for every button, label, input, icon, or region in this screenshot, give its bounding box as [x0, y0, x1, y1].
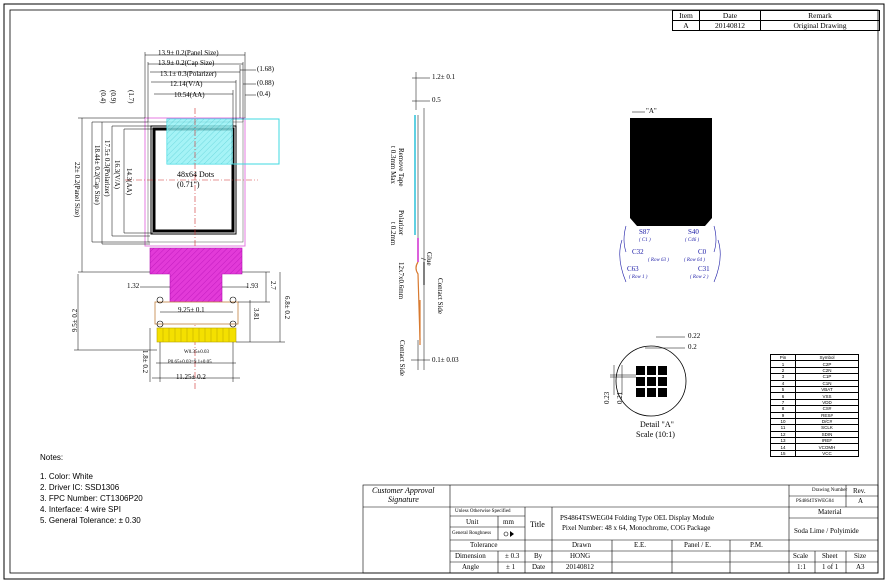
drawn-by: HONG — [570, 552, 591, 560]
angle-value: ± 1 — [506, 563, 516, 571]
scale-value: 1:1 — [797, 563, 806, 571]
unit-value: mm — [503, 518, 514, 526]
angle-label: Angle — [462, 563, 480, 571]
title-line-1: PS4864TSWEG04 Folding Type OEL Display M… — [560, 514, 715, 522]
material-label: Material — [818, 508, 842, 516]
size-value: A3 — [856, 563, 865, 571]
dimension-label: Dimension — [455, 552, 486, 560]
title-line-2: Pixel Number: 48 x 64, Monochrome, COG P… — [562, 524, 711, 532]
dimension-value: ± 0.3 — [505, 552, 520, 560]
scale-label: Scale — [793, 552, 809, 560]
material-value: Soda Lime / Polyimide — [794, 527, 859, 535]
sheet-label: Sheet — [822, 552, 838, 560]
drawing-number: PS4864TSWEG04 — [796, 499, 834, 504]
rev-value: A — [858, 497, 864, 505]
by-label: By — [534, 552, 543, 560]
drawn-label: Drawn — [572, 541, 592, 549]
date-label: Date — [532, 563, 546, 571]
unless-label: Unless Otherwise Specified — [455, 509, 511, 514]
unit-label: Unit — [466, 518, 479, 526]
general-roughness-label: General Roughness — [452, 531, 492, 536]
size-label: Size — [854, 552, 867, 560]
pm-label: P.M. — [750, 541, 763, 549]
ee-label: E.E. — [634, 541, 647, 549]
date-value: 20140812 — [566, 563, 594, 571]
rev-label: Rev. — [853, 487, 866, 495]
signature-label: Signature — [388, 495, 419, 504]
customer-approval-label: Customer Approval — [372, 486, 435, 495]
panel-label: Panel / E. — [684, 541, 712, 549]
sheet-value: 1 of 1 — [822, 563, 839, 571]
tolerance-label: Tolerance — [470, 541, 498, 549]
engineering-drawing-sheet: { "revision_table": { "headers": ["Item"… — [0, 0, 888, 583]
drawing-number-label: Drawing Number — [812, 488, 848, 493]
title-block — [362, 484, 879, 574]
title-label: Title — [530, 520, 545, 529]
